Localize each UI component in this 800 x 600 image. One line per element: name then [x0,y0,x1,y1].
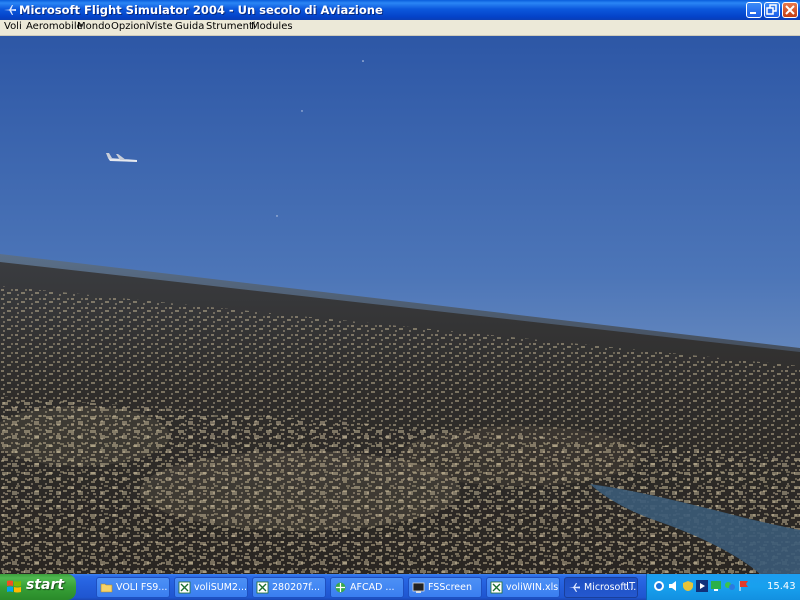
excel-icon [178,581,191,594]
media-play-icon[interactable] [696,580,708,592]
menu-viste[interactable]: Viste [148,21,173,32]
plane-icon [4,5,16,15]
security-icon[interactable] [682,580,694,592]
taskbar: start VOLI FS9... voliSUM2... 280207f...… [0,574,800,600]
minimize-icon [750,12,756,14]
task-voliwin-xls[interactable]: voliWIN.xls [486,577,560,598]
language-indicator[interactable]: IT [626,581,635,592]
menu-opzioni[interactable]: Opzioni [111,21,148,32]
task-label: VOLI FS9... [116,582,168,593]
title-bar[interactable]: Microsoft Flight Simulator 2004 - Un sec… [0,0,800,20]
clock: 15.43 [767,581,796,592]
minimize-button[interactable] [746,2,762,18]
menu-bar: Voli Aeromobile Mondo Opzioni Viste Guid… [0,20,800,36]
task-label: AFCAD ... [350,582,395,593]
start-label: start [26,577,65,593]
chat-icon[interactable] [724,580,736,592]
menu-mondo[interactable]: Mondo [77,21,111,32]
task-label: voliWIN.xls [506,582,559,593]
task-label: FSScreen [428,582,472,593]
excel-icon [490,581,503,594]
close-icon [785,5,795,15]
excel-icon [256,581,269,594]
menu-strumenti[interactable]: Strumenti [206,21,256,32]
fsscreen-icon [412,582,425,593]
close-button[interactable] [782,2,798,18]
menu-aeromobile[interactable]: Aeromobile [26,21,83,32]
task-label: voliSUM2... [194,582,247,593]
menu-modules[interactable]: Modules [251,21,293,32]
task-label: 280207f... [272,582,320,593]
scenery [0,36,800,574]
start-button[interactable]: start [0,574,76,600]
task-fsscreen[interactable]: FSScreen [408,577,482,598]
plane-icon [569,583,580,592]
system-tray: IT 15.43 [626,574,800,600]
window-title: Microsoft Flight Simulator 2004 - Un sec… [19,3,383,17]
folder-icon [100,583,113,593]
restore-button[interactable] [764,2,780,18]
menu-voli[interactable]: Voli [4,21,22,32]
menu-guida[interactable]: Guida [175,21,204,32]
task-voli-fs9[interactable]: VOLI FS9... [96,577,170,598]
display-icon[interactable] [710,580,722,592]
network-icon[interactable] [653,580,665,592]
afcad-icon [335,582,346,593]
windows-logo-icon [7,580,21,593]
task-volisum2[interactable]: voliSUM2... [174,577,248,598]
task-280207f[interactable]: 280207f... [252,577,326,598]
flag-icon[interactable] [738,580,750,592]
restore-icon [766,4,777,15]
flight-view[interactable] [0,36,800,574]
task-afcad[interactable]: AFCAD ... [330,577,404,598]
speaker-icon[interactable] [668,580,680,592]
